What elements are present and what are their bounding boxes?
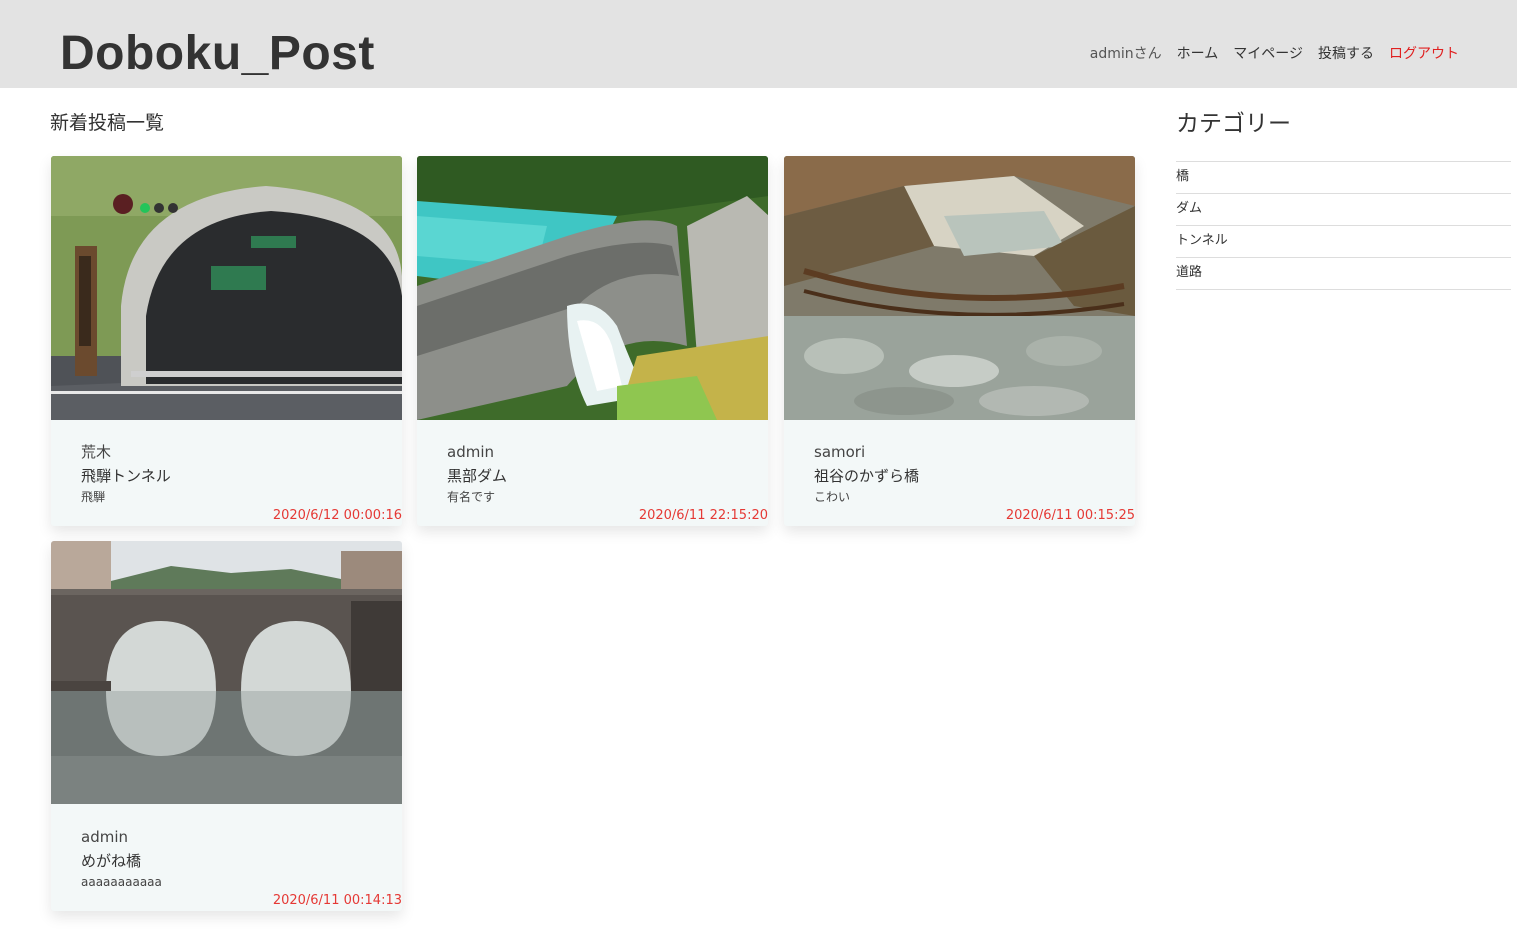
nav-user-name[interactable]: adminさん [1090, 44, 1162, 64]
post-card[interactable]: admin めがね橋 aaaaaaaaaaa 2020/6/11 00:14:1… [51, 541, 402, 911]
post-body: こわい [814, 490, 851, 504]
site-header: Doboku_Post adminさん ホーム マイページ 投稿する ログアウト [0, 0, 1517, 88]
post-card[interactable]: admin 黒部ダム 有名です 2020/6/11 22:15:20 [417, 156, 768, 526]
post-author: samori [814, 443, 866, 461]
nav-logout-link[interactable]: ログアウト [1389, 44, 1459, 64]
post-date: 2020/6/11 00:15:25 [1005, 508, 1135, 523]
post-title[interactable]: 黒部ダム [447, 466, 507, 486]
category-item-dam[interactable]: ダム [1176, 194, 1511, 226]
stone-bridge-photo[interactable] [51, 541, 402, 805]
post-author: admin [447, 443, 494, 461]
post-card[interactable]: samori 祖谷のかずら橋 こわい 2020/6/11 00:15:25 [784, 156, 1135, 526]
post-date: 2020/6/11 00:14:13 [272, 893, 402, 908]
post-author: 荒木 [81, 443, 112, 461]
post-title[interactable]: 祖谷のかずら橋 [814, 466, 919, 486]
sidebar-title: カテゴリー [1176, 111, 1291, 137]
post-card[interactable]: 荒木 飛騨トンネル 飛騨 2020/6/12 00:00:16 [51, 156, 402, 526]
site-logo[interactable]: Doboku_Post [60, 26, 375, 82]
post-date: 2020/6/11 22:15:20 [638, 508, 768, 523]
category-item-tunnel[interactable]: トンネル [1176, 226, 1511, 258]
page-title: 新着投稿一覧 [50, 112, 165, 134]
dam-photo[interactable] [417, 156, 768, 420]
post-title[interactable]: 飛騨トンネル [81, 466, 171, 486]
category-list: 橋 ダム トンネル 道路 [1176, 161, 1511, 290]
post-body: 有名です [447, 490, 496, 504]
post-title[interactable]: めがね橋 [81, 851, 141, 871]
tunnel-photo[interactable] [51, 156, 402, 420]
post-author: admin [81, 828, 128, 846]
post-body: aaaaaaaaaaa [81, 875, 162, 889]
nav-mypage-link[interactable]: マイページ [1233, 44, 1303, 64]
vine-bridge-photo[interactable] [784, 156, 1135, 420]
post-date: 2020/6/12 00:00:16 [272, 508, 402, 523]
category-item-road[interactable]: 道路 [1176, 258, 1511, 290]
post-body: 飛騨 [81, 490, 106, 504]
nav-post-link[interactable]: 投稿する [1318, 44, 1374, 64]
nav-home-link[interactable]: ホーム [1177, 44, 1219, 64]
category-item-bridge[interactable]: 橋 [1176, 162, 1511, 194]
main-nav: adminさん ホーム マイページ 投稿する ログアウト [1090, 44, 1459, 64]
